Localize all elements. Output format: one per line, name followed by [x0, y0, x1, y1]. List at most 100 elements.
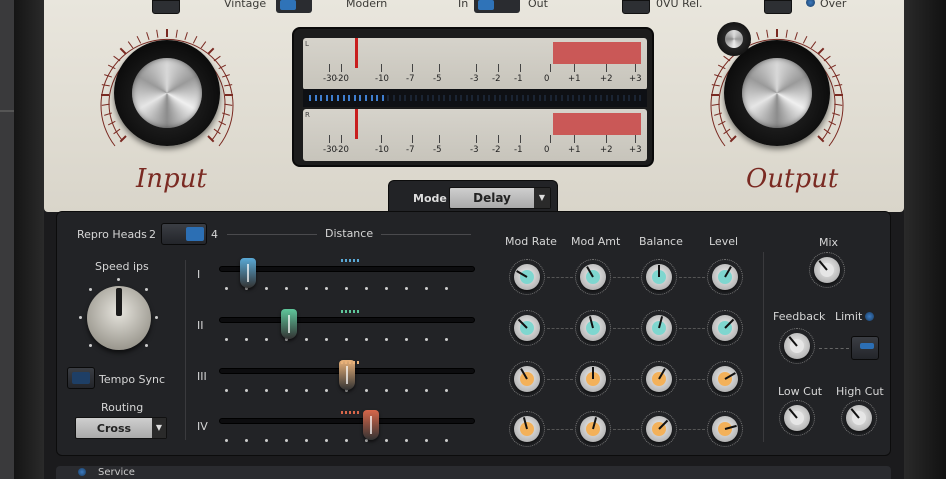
high-cut-knob[interactable] — [841, 400, 877, 436]
slider-step-dot — [405, 287, 408, 290]
channel-l-label: L — [305, 40, 309, 48]
meter-scale-label: 0 — [544, 74, 550, 84]
low-cut-knob[interactable] — [779, 400, 815, 436]
meter-led — [493, 95, 496, 101]
limit-label: Limit — [835, 310, 863, 323]
mod-rate-knob[interactable] — [509, 361, 545, 397]
level-knob[interactable] — [707, 259, 743, 295]
meter-scale-label: -5 — [433, 74, 442, 84]
feedback-label: Feedback — [773, 310, 826, 323]
knob-connector — [613, 328, 639, 329]
head-distance-slider[interactable] — [219, 317, 475, 323]
top-button-left[interactable] — [152, 0, 180, 14]
meter-scale-label: -1 — [514, 145, 523, 155]
meter-tick — [476, 135, 477, 143]
meter-trim-knob[interactable] — [717, 22, 751, 56]
slider-step-dot — [365, 338, 368, 341]
slider-step-dot — [385, 389, 388, 392]
slider-step-dot — [405, 439, 408, 442]
knob-connector — [613, 379, 639, 380]
vintage-modern-switch[interactable] — [276, 0, 312, 13]
mix-knob[interactable] — [809, 252, 845, 288]
slider-step-dot — [365, 287, 368, 290]
meter-led — [449, 95, 451, 101]
low-cut-label: Low Cut — [778, 385, 823, 398]
slider-step-dot — [265, 287, 268, 290]
head-distance-slider[interactable] — [219, 418, 475, 424]
slider-step-dot — [245, 439, 248, 442]
mod-amt-knob[interactable] — [575, 361, 611, 397]
in-out-switch[interactable] — [474, 0, 520, 13]
output-label: Output — [746, 164, 839, 194]
mod-rate-knob[interactable] — [509, 310, 545, 346]
meter-led — [583, 95, 586, 101]
meter-scale-label: -10 — [375, 145, 389, 155]
level-knob[interactable] — [707, 411, 743, 447]
balance-knob[interactable] — [641, 361, 677, 397]
meter-scale-label: +1 — [568, 145, 581, 155]
slider-step-dot — [245, 389, 248, 392]
meter-led — [572, 95, 575, 101]
meter-scale-label: -20 — [335, 145, 349, 155]
head-position-marker — [341, 259, 361, 262]
ovu-button[interactable] — [622, 0, 650, 14]
mod-amt-knob[interactable] — [575, 310, 611, 346]
service-icon — [78, 468, 86, 476]
meter-tick — [412, 135, 413, 143]
meter-led — [499, 95, 502, 101]
meter-led — [426, 95, 429, 101]
meter-needle — [355, 38, 358, 68]
meter-led — [549, 95, 552, 101]
balance-knob[interactable] — [641, 310, 677, 346]
meter-tick — [606, 135, 607, 143]
input-knob[interactable] — [92, 20, 242, 170]
balance-knob[interactable] — [641, 411, 677, 447]
slider-step-dot — [265, 389, 268, 392]
meter-led — [521, 95, 524, 101]
meter-led — [353, 95, 356, 101]
slider-step-dot — [345, 439, 348, 442]
meter-tick — [412, 64, 413, 72]
balance-knob[interactable] — [641, 259, 677, 295]
mod-amt-knob[interactable] — [575, 259, 611, 295]
slider-step-dot — [445, 287, 448, 290]
mod-rate-header: Mod Rate — [505, 235, 557, 248]
meter-led — [605, 95, 608, 101]
meter-scale-label: -10 — [375, 74, 389, 84]
meter-led — [465, 95, 468, 101]
head-slider-thumb[interactable] — [240, 258, 257, 288]
slider-step-dot — [345, 287, 348, 290]
level-knob[interactable] — [707, 361, 743, 397]
level-knob[interactable] — [707, 310, 743, 346]
slider-step-dot — [325, 389, 328, 392]
slider-step-dot — [445, 389, 448, 392]
meter-led — [331, 95, 334, 101]
out-label: Out — [528, 0, 548, 10]
meter-tick — [381, 64, 382, 72]
mod-rate-knob[interactable] — [509, 259, 545, 295]
knob-connector — [547, 277, 573, 278]
meter-led — [432, 95, 435, 101]
meter-scale-label: 0 — [544, 145, 550, 155]
meter-led — [577, 95, 580, 101]
over-label: Over — [820, 0, 847, 10]
head-slider-thumb[interactable] — [362, 410, 379, 440]
slider-step-dot — [365, 389, 368, 392]
feedback-knob[interactable] — [779, 328, 815, 364]
mode-dropdown[interactable]: Delay ▼ — [449, 187, 551, 209]
head-slider-thumb[interactable] — [281, 309, 297, 339]
limit-button[interactable] — [851, 336, 879, 360]
slider-step-dot — [405, 389, 408, 392]
mod-amt-knob[interactable] — [575, 411, 611, 447]
head-position-marker — [341, 310, 361, 313]
mod-rate-knob[interactable] — [509, 411, 545, 447]
heads-area: I II III IV — [57, 212, 892, 457]
meter-red-zone — [553, 113, 641, 135]
mod-amt-header: Mod Amt — [571, 235, 621, 248]
head-distance-slider[interactable] — [219, 266, 475, 272]
meter-led — [617, 95, 619, 101]
meter-left-channel: L -30 -20 -10 -7 -5 -3 -2 -1 0 +1 +2 +3 — [303, 38, 647, 90]
meter-scale-label: -20 — [335, 74, 349, 84]
head-slider-thumb[interactable] — [338, 360, 355, 390]
over-button[interactable] — [764, 0, 792, 14]
